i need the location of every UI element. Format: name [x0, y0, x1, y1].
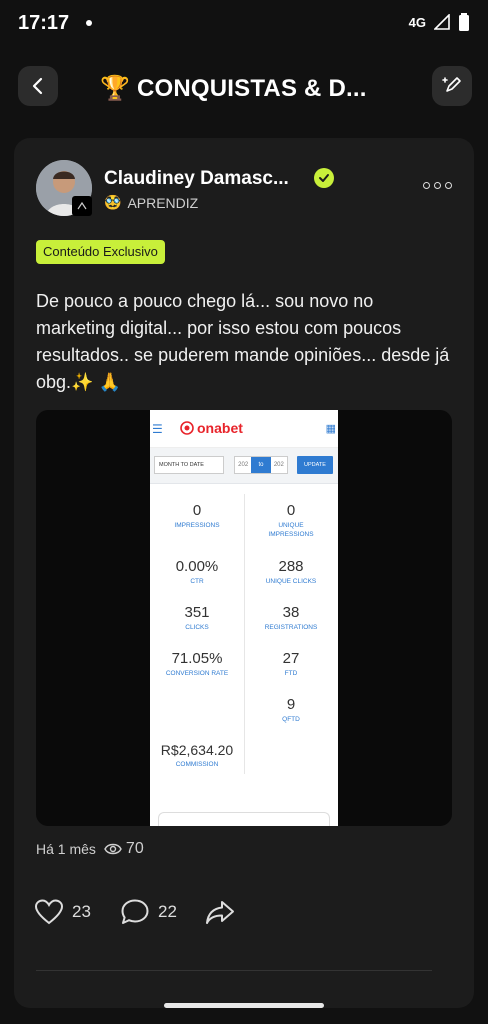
dashboard-footer	[158, 812, 330, 826]
status-time: 17:17	[18, 12, 70, 34]
signal-icon	[434, 14, 450, 30]
back-button[interactable]	[18, 66, 58, 106]
battery-icon	[459, 13, 469, 31]
more-options-button[interactable]	[423, 182, 452, 189]
stat-label: COMMISSION	[175, 761, 219, 768]
stat-value: R$2,634.20	[160, 742, 234, 758]
post-card: Claudiney Damasc... 🥸 APRENDIZ Conteúdo …	[14, 138, 474, 1008]
stat-value: 0.00%	[175, 558, 219, 575]
comment-bubble-icon	[121, 899, 149, 924]
stat-qftd: 9 QFTD	[244, 696, 338, 724]
post-meta: Há 1 mês 70	[36, 840, 144, 858]
hamburger-menu-icon: ☰	[152, 422, 163, 436]
status-bar: 17:17 4G	[0, 0, 488, 48]
stat-unique-clicks: 288 UNIQUE CLICKS	[244, 558, 338, 586]
affiliate-dashboard-screenshot: ☰ onabet ▦ MONTH TO DATE 202 to 202 UPDA…	[150, 410, 338, 826]
eye-icon	[104, 843, 122, 855]
chevron-left-icon	[32, 77, 43, 95]
dashboard-controls: MONTH TO DATE 202 to 202 UPDATE	[150, 448, 338, 484]
divider	[36, 970, 432, 971]
top-bar: 🏆 CONQUISTAS & D...	[0, 64, 488, 112]
stat-value: 288	[278, 558, 304, 575]
stat-unique-impressions: 0 UNIQUE IMPRESSIONS	[244, 502, 338, 539]
stat-label: UNIQUE IMPRESSIONS	[268, 522, 314, 538]
stat-impressions: 0 IMPRESSIONS	[150, 502, 244, 530]
stat-registrations: 38 REGISTRATIONS	[244, 604, 338, 632]
post-text: De pouco a pouco chego lá... sou novo no…	[36, 291, 450, 392]
dot-icon	[445, 182, 452, 189]
stat-ctr: 0.00% CTR	[150, 558, 244, 586]
notification-dot-icon	[86, 20, 92, 26]
network-type: 4G	[408, 14, 426, 30]
stat-value: 27	[282, 650, 300, 667]
avatar-badge-icon	[72, 196, 92, 216]
stat-label: CTR	[190, 578, 204, 585]
stat-label: QFTD	[282, 716, 300, 723]
stat-conversion-rate: 71.05% CONVERSION RATE	[150, 650, 244, 678]
level-emoji-icon: 🥸	[104, 194, 122, 210]
stat-label: IMPRESSIONS	[174, 522, 220, 529]
stat-label: UNIQUE CLICKS	[265, 578, 317, 585]
stat-value: 0	[286, 502, 296, 519]
share-button[interactable]	[204, 898, 236, 926]
stat-value: 9	[286, 696, 296, 713]
compose-button[interactable]	[432, 66, 472, 106]
stat-value: 38	[282, 604, 300, 621]
stat-label: CLICKS	[185, 624, 209, 631]
stat-label: CONVERSION RATE	[165, 670, 229, 677]
home-indicator[interactable]	[164, 1003, 324, 1008]
views-value: 70	[125, 840, 144, 857]
comments-count: 22	[158, 902, 177, 921]
status-indicators: 4G	[409, 13, 470, 31]
stat-value: 351	[184, 604, 210, 621]
stat-clicks: 351 CLICKS	[150, 604, 244, 632]
date-from: 202	[238, 462, 249, 468]
stat-label: REGISTRATIONS	[264, 624, 318, 631]
date-to: 202	[273, 462, 284, 468]
author-level: 🥸 APRENDIZ	[104, 194, 198, 211]
verified-check-icon	[314, 168, 334, 188]
stat-value: 0	[192, 502, 202, 519]
grid-icon: ▦	[325, 423, 336, 435]
dashboard-header: ☰ onabet ▦	[150, 410, 338, 448]
post-time: Há 1 mês	[36, 841, 96, 857]
onabet-logo: onabet	[180, 420, 243, 436]
stat-commission: R$2,634.20 COMMISSION	[150, 742, 244, 769]
author-name[interactable]: Claudiney Damasc...	[104, 168, 289, 190]
exclusive-content-badge: Conteúdo Exclusivo	[36, 240, 165, 264]
target-logo-icon	[180, 421, 194, 435]
dot-icon	[423, 182, 430, 189]
comment-button[interactable]: 22	[120, 898, 177, 926]
compose-pen-icon	[442, 77, 461, 92]
date-range: 202 to 202	[234, 456, 288, 474]
post-actions: 23 22	[34, 898, 454, 928]
like-button[interactable]: 23	[34, 898, 91, 926]
dot-icon	[434, 182, 441, 189]
update-button: UPDATE	[297, 456, 333, 474]
post-image[interactable]: ☰ onabet ▦ MONTH TO DATE 202 to 202 UPDA…	[36, 410, 452, 826]
heart-icon	[34, 899, 64, 925]
period-select: MONTH TO DATE	[154, 456, 224, 474]
share-arrow-icon	[206, 901, 234, 924]
stat-label: FTD	[284, 670, 298, 677]
views-count: 70	[104, 840, 144, 858]
stat-ftd: 27 FTD	[244, 650, 338, 678]
logo-text: onabet	[197, 420, 243, 436]
stat-value: 71.05%	[171, 650, 223, 667]
likes-count: 23	[72, 902, 91, 921]
date-to-label: to	[251, 457, 271, 473]
level-label: APRENDIZ	[127, 194, 199, 211]
page-title: 🏆 CONQUISTAS & D...	[100, 75, 367, 102]
